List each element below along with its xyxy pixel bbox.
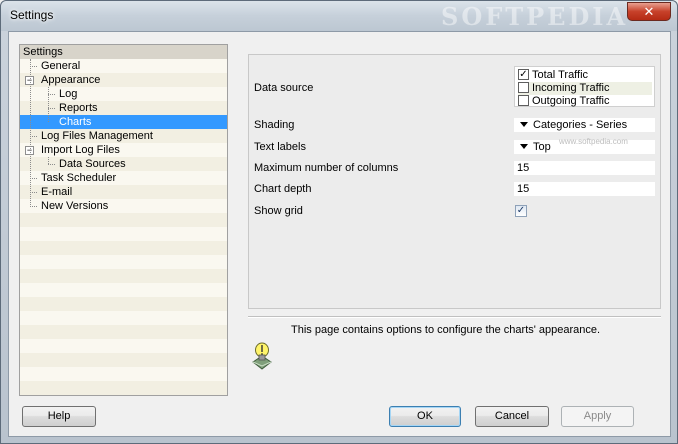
dropdown-arrow-icon[interactable] bbox=[520, 122, 528, 127]
tree-item-settings[interactable]: Settings bbox=[20, 45, 66, 59]
description-separator bbox=[248, 316, 661, 318]
text-labels-label: Text labels bbox=[254, 141, 306, 153]
data-source-total-traffic[interactable]: ✓ Total Traffic bbox=[518, 68, 652, 82]
tree-item-email[interactable]: E-mail bbox=[38, 185, 75, 199]
tree-item-reports[interactable]: Reports bbox=[56, 101, 101, 115]
shading-label: Shading bbox=[254, 119, 295, 131]
lightbulb-icon bbox=[252, 342, 272, 370]
tree-empty-row bbox=[20, 241, 227, 255]
tree-row-log-files-management[interactable]: Log Files Management bbox=[20, 129, 227, 143]
data-source-label: Data source bbox=[254, 82, 314, 94]
checkmark-icon: ✓ bbox=[516, 205, 526, 216]
tree-empty-row bbox=[20, 325, 227, 339]
tree-row-general[interactable]: General bbox=[20, 59, 227, 73]
tree-empty-row bbox=[20, 227, 227, 241]
shading-dropdown[interactable]: Categories - Series bbox=[514, 118, 655, 132]
close-icon: ✕ bbox=[643, 4, 655, 19]
tree-connector-line bbox=[30, 66, 37, 67]
chart-settings-panel: Data source ✓ Total Traffic Incoming Traf… bbox=[248, 54, 661, 309]
chart-depth-value: 15 bbox=[517, 183, 530, 195]
title-bar[interactable]: Settings SOFTPEDIA ✕ bbox=[1, 1, 677, 31]
tree-connector-line bbox=[48, 157, 49, 164]
tree-row-task-scheduler[interactable]: Task Scheduler bbox=[20, 171, 227, 185]
show-grid-checkbox[interactable]: ✓ bbox=[515, 205, 527, 217]
option-label: Total Traffic bbox=[532, 69, 589, 81]
tree-empty-row bbox=[20, 367, 227, 381]
checkbox-unchecked-icon[interactable] bbox=[518, 94, 529, 106]
tree-item-charts[interactable]: Charts bbox=[20, 115, 227, 129]
window-title: Settings bbox=[10, 8, 54, 22]
apply-button[interactable]: Apply bbox=[561, 406, 634, 427]
settings-window: Settings SOFTPEDIA ✕ Settings General − … bbox=[0, 0, 678, 444]
tree-item-general[interactable]: General bbox=[38, 59, 83, 73]
text-labels-value: Top bbox=[533, 141, 551, 153]
tree-connector-line bbox=[30, 206, 37, 207]
tree-item-log-files-management[interactable]: Log Files Management bbox=[38, 129, 156, 143]
softpedia-watermark-small: www.softpedia.com bbox=[559, 137, 628, 146]
tree-empty-row bbox=[20, 381, 227, 395]
chart-depth-input[interactable]: 15 bbox=[514, 182, 655, 196]
dialog-client-area: Settings General − Appearance Log Report… bbox=[8, 31, 671, 437]
tree-row-appearance[interactable]: − Appearance bbox=[20, 73, 227, 87]
tree-item-task-scheduler[interactable]: Task Scheduler bbox=[38, 171, 119, 185]
close-button[interactable]: ✕ bbox=[627, 2, 671, 21]
chart-depth-label: Chart depth bbox=[254, 183, 312, 195]
tree-row-import-log-files[interactable]: − Import Log Files bbox=[20, 143, 227, 157]
checkbox-unchecked-icon[interactable] bbox=[518, 81, 529, 93]
tree-connector-line bbox=[30, 192, 37, 193]
ok-button[interactable]: OK bbox=[389, 406, 461, 427]
tree-connector-line bbox=[30, 178, 37, 179]
max-columns-label: Maximum number of columns bbox=[254, 162, 399, 174]
tree-connector-line bbox=[48, 164, 55, 165]
tree-empty-row bbox=[20, 297, 227, 311]
max-columns-value: 15 bbox=[517, 162, 530, 174]
tree-item-new-versions[interactable]: New Versions bbox=[38, 199, 111, 213]
tree-connector-line bbox=[30, 136, 37, 137]
data-source-incoming-traffic[interactable]: Incoming Traffic bbox=[518, 81, 652, 95]
tree-item-log[interactable]: Log bbox=[56, 87, 80, 101]
tree-empty-row bbox=[20, 255, 227, 269]
help-button[interactable]: Help bbox=[22, 406, 96, 427]
tree-connector-line bbox=[48, 108, 55, 109]
description-area: This page contains options to configure … bbox=[248, 316, 661, 396]
data-source-checklist[interactable]: ✓ Total Traffic Incoming Traffic Outgoing… bbox=[514, 66, 655, 107]
description-text: This page contains options to configure … bbox=[291, 324, 601, 336]
tree-connector-line bbox=[48, 94, 55, 95]
tree-empty-row bbox=[20, 213, 227, 227]
tree-empty-row bbox=[20, 269, 227, 283]
tree-header-row[interactable]: Settings bbox=[20, 45, 227, 59]
cancel-button[interactable]: Cancel bbox=[475, 406, 549, 427]
shading-value: Categories - Series bbox=[533, 119, 628, 131]
softpedia-watermark: SOFTPEDIA bbox=[441, 2, 629, 31]
show-grid-label: Show grid bbox=[254, 205, 303, 217]
tree-empty-row bbox=[20, 283, 227, 297]
settings-tree[interactable]: Settings General − Appearance Log Report… bbox=[19, 44, 228, 396]
tree-item-data-sources[interactable]: Data Sources bbox=[56, 157, 129, 171]
tree-connector-line bbox=[48, 87, 49, 122]
tree-connector-line bbox=[30, 59, 31, 207]
tree-item-import-log-files[interactable]: Import Log Files bbox=[38, 143, 123, 157]
dropdown-arrow-icon[interactable] bbox=[520, 144, 528, 149]
tree-row-new-versions[interactable]: New Versions bbox=[20, 199, 227, 213]
tree-empty-row bbox=[20, 339, 227, 353]
tree-row-email[interactable]: E-mail bbox=[20, 185, 227, 199]
tree-item-appearance[interactable]: Appearance bbox=[38, 73, 103, 87]
option-label: Outgoing Traffic bbox=[532, 95, 610, 107]
data-source-outgoing-traffic[interactable]: Outgoing Traffic bbox=[518, 94, 652, 108]
option-label: Incoming Traffic bbox=[532, 82, 610, 94]
tree-empty-row bbox=[20, 311, 227, 325]
tree-empty-row bbox=[20, 353, 227, 367]
tree-row-charts[interactable]: Charts bbox=[20, 115, 227, 129]
max-columns-input[interactable]: 15 bbox=[514, 161, 655, 175]
checkbox-checked-icon[interactable]: ✓ bbox=[518, 68, 529, 80]
